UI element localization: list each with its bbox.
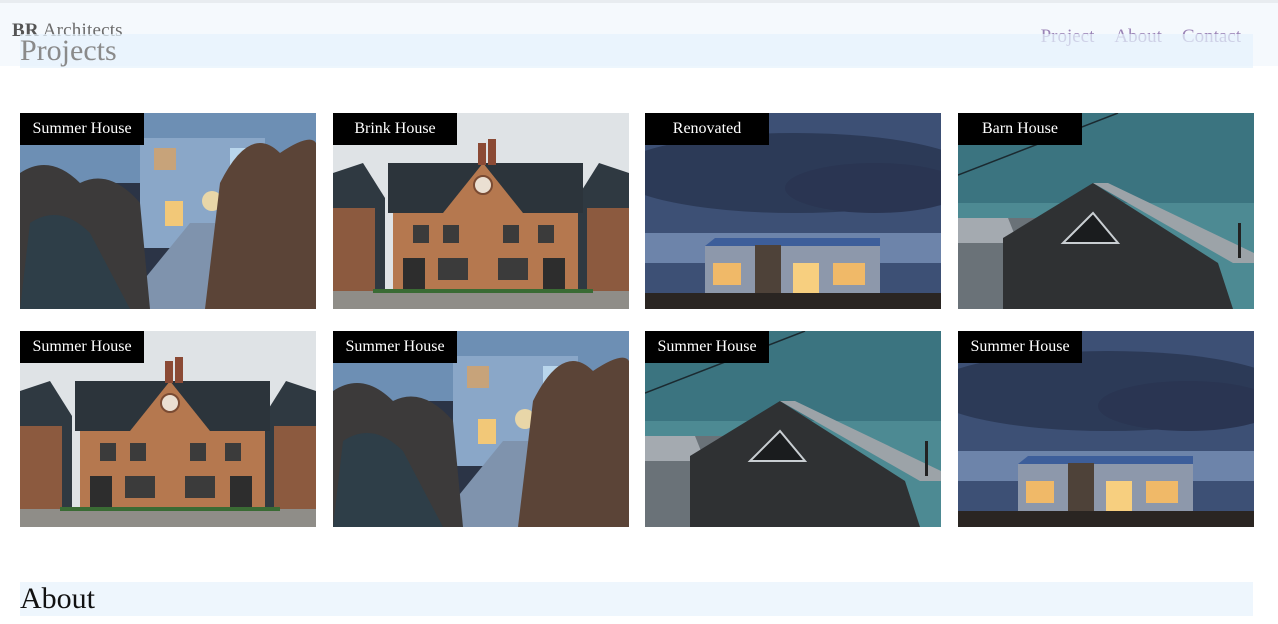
project-card[interactable]: Summer House — [645, 331, 941, 527]
project-title: Barn House — [958, 113, 1082, 145]
project-card[interactable]: Summer House — [20, 331, 316, 527]
project-card[interactable]: Summer House — [333, 331, 629, 527]
project-title: Summer House — [645, 331, 769, 363]
project-title: Brink House — [333, 113, 457, 145]
project-title: Renovated — [645, 113, 769, 145]
project-card[interactable]: Renovated — [645, 113, 941, 309]
project-title: Summer House — [333, 331, 457, 363]
projects-section-header: Projects — [20, 34, 1253, 68]
project-card[interactable]: Summer House — [958, 331, 1254, 527]
about-heading: About — [20, 582, 95, 615]
projects-heading: Projects — [20, 34, 117, 67]
project-card[interactable]: Brink House — [333, 113, 629, 309]
project-title: Summer House — [20, 113, 144, 145]
project-title: Summer House — [958, 331, 1082, 363]
project-card[interactable]: Summer House — [20, 113, 316, 309]
about-section-header: About — [20, 582, 1253, 616]
project-card[interactable]: Barn House — [958, 113, 1254, 309]
project-title: Summer House — [20, 331, 144, 363]
